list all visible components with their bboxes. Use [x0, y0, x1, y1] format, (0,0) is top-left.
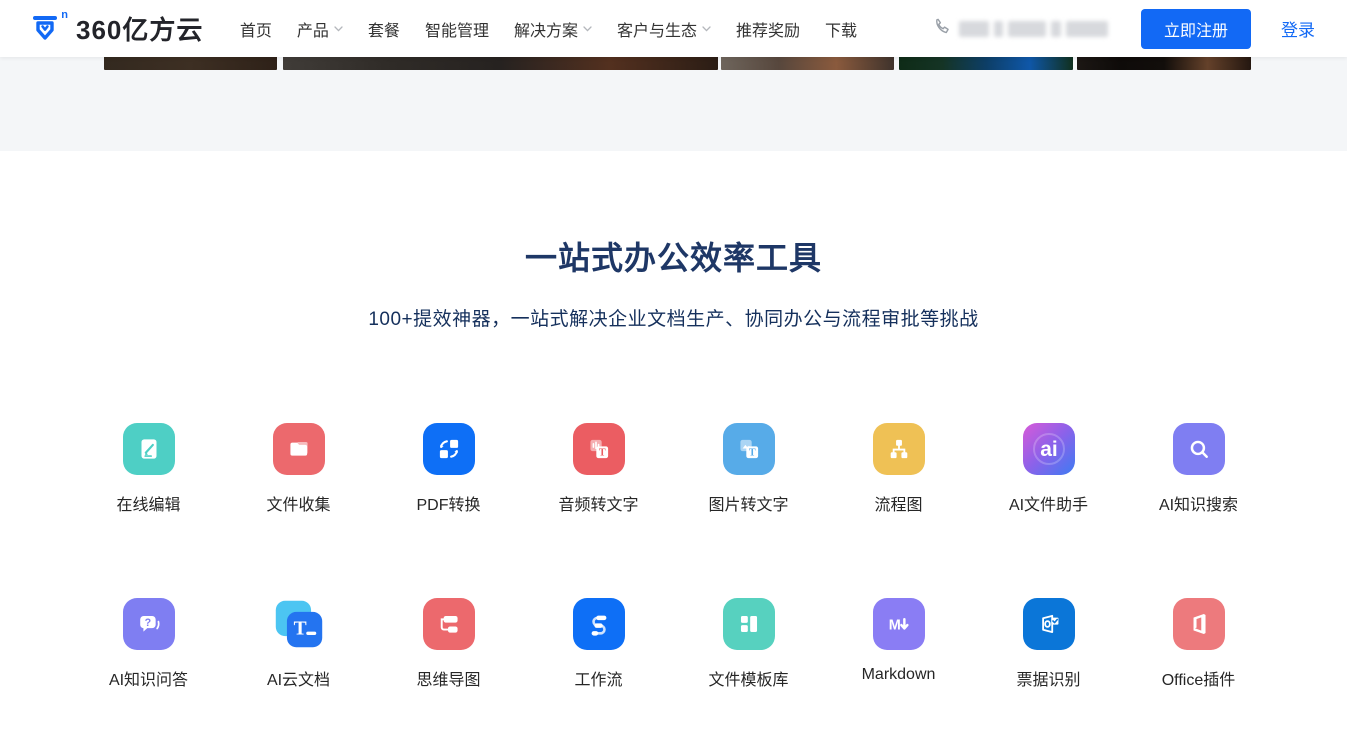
tool-item-mind-map[interactable]: 思维导图 [374, 598, 524, 690]
nav-item-label: 套餐 [368, 17, 400, 41]
svg-text:T: T [748, 448, 755, 459]
carousel-image-fragment [1077, 57, 1251, 70]
tool-item-file-template-library[interactable]: 文件模板库 [674, 598, 824, 690]
nav-item-label: 下载 [825, 17, 857, 41]
tool-item-audio-to-text[interactable]: T 音频转文字 [524, 423, 674, 515]
tool-label: 票据识别 [1016, 666, 1080, 690]
nav-item-customers-eco[interactable]: 客户与生态 [617, 17, 711, 41]
tool-label: 在线编辑 [116, 491, 180, 515]
tool-item-workflow[interactable]: 工作流 [524, 598, 674, 690]
tool-item-file-collect[interactable]: 文件收集 [224, 423, 374, 515]
login-link[interactable]: 登录 [1281, 16, 1315, 41]
tool-item-pdf-convert[interactable]: PDF转换 [374, 423, 524, 515]
nav-item-label: 产品 [297, 17, 329, 41]
tool-label: 文件模板库 [708, 666, 788, 690]
tool-item-ai-knowledge-qa[interactable]: ? AI知识问答 [74, 598, 224, 690]
register-button[interactable]: 立即注册 [1141, 9, 1251, 49]
phone-icon [932, 17, 951, 41]
markdown-icon: M [873, 598, 925, 650]
tool-label: Markdown [862, 666, 936, 684]
svg-text:ai: ai [1040, 438, 1058, 461]
tool-label: AI知识问答 [109, 666, 188, 690]
tool-label: 流程图 [874, 491, 922, 515]
carousel-image-fragment [283, 57, 718, 70]
nav-item-download[interactable]: 下载 [825, 17, 857, 41]
tool-label: 图片转文字 [708, 491, 788, 515]
convert-icon [423, 423, 475, 475]
audio-text-icon: T [573, 423, 625, 475]
top-navbar: n 360亿方云 首页 产品 套餐 智能管理 解决方案 客户与生态 推荐奖励 下载 立即注册 … [0, 0, 1347, 57]
doc-edit-icon [123, 423, 175, 475]
logo-text: 360亿方云 [76, 10, 203, 47]
ai-badge-icon: ai [1023, 423, 1075, 475]
tool-item-ai-file-assistant[interactable]: ai AI文件助手 [974, 423, 1124, 515]
nav-item-smart-management[interactable]: 智能管理 [425, 17, 489, 41]
cloud-doc-icon: T [273, 598, 325, 650]
carousel-image-fragment [721, 57, 894, 70]
nav-item-solutions[interactable]: 解决方案 [514, 17, 592, 41]
section-subtitle: 100+提效神器，一站式解决企业文档生产、协同办公与流程审批等挑战 [0, 304, 1347, 331]
nav-item-referral-reward[interactable]: 推荐奖励 [736, 17, 800, 41]
hero-remnant-band [0, 57, 1347, 151]
tool-label: 文件收集 [266, 491, 330, 515]
header-right-group: 立即注册 登录 [932, 9, 1315, 49]
tool-item-online-edit[interactable]: 在线编辑 [74, 423, 224, 515]
svg-text:?: ? [144, 617, 151, 629]
section-title: 一站式办公效率工具 [0, 238, 1347, 278]
chevron-down-icon [702, 26, 711, 32]
tool-label: AI文件助手 [1009, 491, 1088, 515]
logo-shield-icon: n [30, 11, 66, 47]
tool-item-flowchart[interactable]: 流程图 [824, 423, 974, 515]
tool-item-receipt-ocr[interactable]: 票据识别 [974, 598, 1124, 690]
nav-item-label: 解决方案 [514, 17, 578, 41]
tools-grid: 在线编辑 文件收集 PDF转换 T 音频转文字 T 图片转文字 流程图 ai AI文件助手 AI知识… [74, 423, 1274, 745]
tool-label: Office插件 [1162, 666, 1236, 690]
flowchart-icon [873, 423, 925, 475]
chevron-down-icon [583, 26, 592, 32]
office-logo-icon [1173, 598, 1225, 650]
phone-number-redacted [959, 21, 1113, 37]
logo[interactable]: n 360亿方云 [30, 10, 203, 47]
nav-item-label: 客户与生态 [617, 17, 697, 41]
image-text-icon: T [723, 423, 775, 475]
tool-label: PDF转换 [416, 491, 480, 515]
magnifier-icon [1173, 423, 1225, 475]
chevron-down-icon [334, 26, 343, 32]
tool-item-ai-knowledge-search[interactable]: AI知识搜索 [1124, 423, 1274, 515]
phone-contact [932, 17, 1113, 41]
tool-item-markdown[interactable]: M Markdown [824, 598, 974, 690]
tool-item-office-plugin[interactable]: Office插件 [1124, 598, 1274, 690]
receipt-ocr-icon [1023, 598, 1075, 650]
nav-item-label: 首页 [240, 17, 272, 41]
tools-section: 一站式办公效率工具 100+提效神器，一站式解决企业文档生产、协同办公与流程审批… [0, 151, 1347, 745]
tool-label: 工作流 [574, 666, 622, 690]
page: n 360亿方云 首页 产品 套餐 智能管理 解决方案 客户与生态 推荐奖励 下载 立即注册 … [0, 0, 1347, 745]
tool-item-image-to-text[interactable]: T 图片转文字 [674, 423, 824, 515]
carousel-image-fragment [104, 57, 277, 70]
svg-text:T: T [293, 618, 306, 639]
qa-bubble-icon: ? [123, 598, 175, 650]
svg-text:M: M [888, 618, 900, 634]
svg-text:T: T [598, 448, 605, 459]
tool-label: AI知识搜索 [1159, 491, 1238, 515]
tool-label: 思维导图 [416, 666, 480, 690]
logo-sup-n: n [61, 9, 68, 21]
nav-item-home[interactable]: 首页 [240, 17, 272, 41]
tool-label: 音频转文字 [558, 491, 638, 515]
nav-item-products[interactable]: 产品 [297, 17, 343, 41]
nav-item-label: 智能管理 [425, 17, 489, 41]
nav-item-label: 推荐奖励 [736, 17, 800, 41]
mindmap-icon [423, 598, 475, 650]
folder-icon [273, 423, 325, 475]
carousel-image-fragment [899, 57, 1073, 70]
tool-label: AI云文档 [267, 666, 330, 690]
workflow-icon [573, 598, 625, 650]
template-grid-icon [723, 598, 775, 650]
tool-item-ai-cloud-doc[interactable]: T AI云文档 [224, 598, 374, 690]
nav-item-plans[interactable]: 套餐 [368, 17, 400, 41]
main-nav: 首页 产品 套餐 智能管理 解决方案 客户与生态 推荐奖励 下载 [227, 17, 869, 41]
